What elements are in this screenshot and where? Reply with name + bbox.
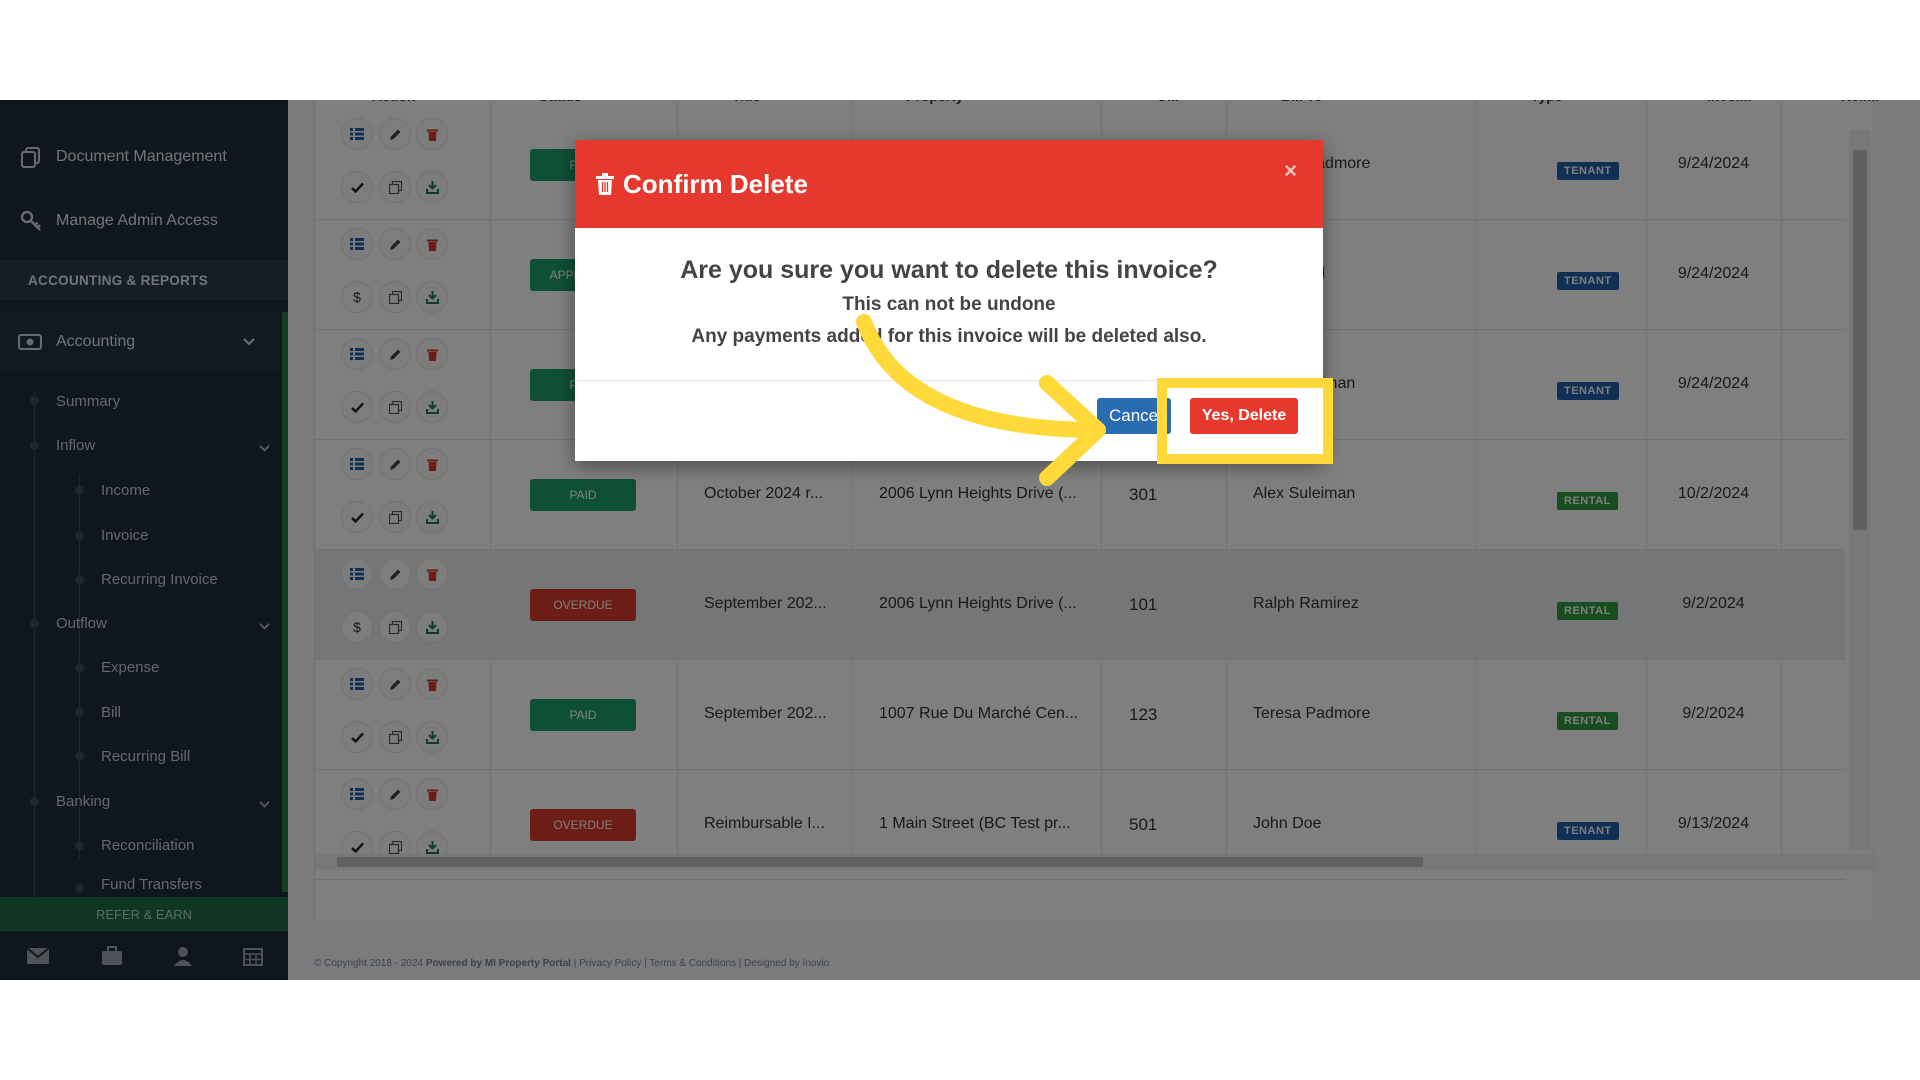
warning-line-2: Any payments added for this invoice will… bbox=[691, 326, 1207, 347]
trash-icon bbox=[595, 173, 615, 195]
modal-body: Are you sure you want to delete this inv… bbox=[575, 228, 1323, 378]
highlight-box bbox=[1157, 378, 1333, 464]
app-screen: Document Management Manage Admin Access … bbox=[0, 100, 1920, 980]
close-icon[interactable]: × bbox=[1284, 158, 1297, 184]
modal-header: Confirm Delete × bbox=[575, 140, 1323, 228]
confirm-question: Are you sure you want to delete this inv… bbox=[680, 256, 1218, 284]
warning-line-1: This can not be undone bbox=[842, 294, 1056, 315]
modal-title: Confirm Delete bbox=[623, 168, 808, 199]
